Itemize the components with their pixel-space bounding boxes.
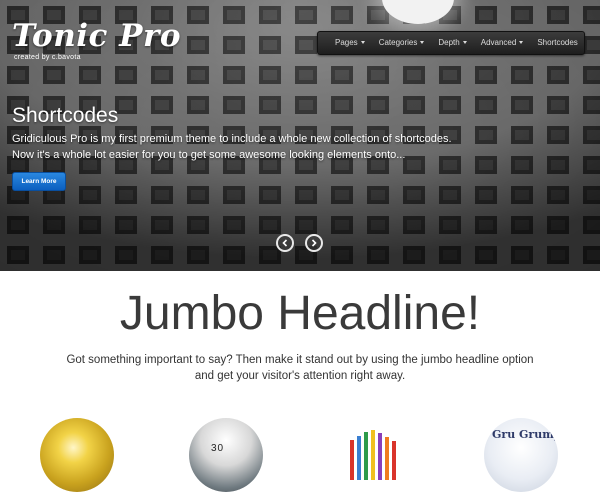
site-tagline: created by c.bavota	[14, 54, 81, 61]
thumbnail-text: Gru Grump	[492, 428, 558, 441]
main-navigation: Pages Categories Depth Advanced Shortcod…	[317, 31, 585, 55]
slide-title: Shortcodes	[12, 104, 119, 127]
jumbo-subtext-line: and get your visitor's attention right a…	[194, 370, 406, 382]
nav-item-pages[interactable]: Pages	[318, 32, 372, 54]
nav-item-advanced[interactable]: Advanced	[474, 32, 531, 54]
thumbnail-text: 30	[211, 443, 225, 454]
chevron-right-icon	[311, 239, 317, 247]
jumbo-subtext: Got something important to say? Then mak…	[0, 352, 600, 384]
slide-excerpt-line: Now it's a whole lot easier for you to g…	[12, 149, 406, 161]
slider-prev-button[interactable]	[276, 234, 294, 252]
nav-item-label: Depth	[438, 38, 460, 47]
feature-thumbnail-gold[interactable]	[40, 418, 114, 492]
feature-thumbnail-typography[interactable]: Gru Grump	[484, 418, 558, 492]
caret-down-icon	[360, 41, 365, 44]
nav-item-depth[interactable]: Depth	[431, 32, 473, 54]
nav-item-categories[interactable]: Categories	[372, 32, 432, 54]
nav-item-shortcodes[interactable]: Shortcodes	[530, 32, 584, 54]
nav-item-label: Categories	[378, 38, 418, 47]
hero-slider: Tonic Pro created by c.bavota Pages Cate…	[0, 0, 600, 271]
caret-down-icon	[519, 41, 524, 44]
site-logo[interactable]: Tonic Pro created by c.bavota	[12, 20, 181, 62]
caret-down-icon	[462, 41, 467, 44]
nav-item-label: Pages	[335, 38, 358, 47]
jumbo-subtext-line: Got something important to say? Then mak…	[66, 354, 534, 366]
caret-down-icon	[420, 41, 425, 44]
colored-pencils-icon	[350, 430, 396, 480]
feature-thumbnail-gauge[interactable]: 30	[189, 418, 263, 492]
slider-next-button[interactable]	[305, 234, 323, 252]
nav-item-label: Shortcodes	[537, 38, 578, 47]
chevron-left-icon	[282, 239, 288, 247]
nav-item-label: Advanced	[480, 38, 517, 47]
learn-more-button[interactable]: Learn More	[12, 172, 66, 191]
feature-thumbnail-pencils[interactable]	[336, 418, 410, 492]
slide-excerpt: Gridiculous Pro is my first premium them…	[12, 131, 592, 163]
site-title[interactable]: Tonic Pro	[12, 20, 181, 53]
slide-excerpt-line: Gridiculous Pro is my first premium them…	[12, 133, 452, 145]
jumbo-headline: Jumbo Headline!	[119, 287, 481, 340]
